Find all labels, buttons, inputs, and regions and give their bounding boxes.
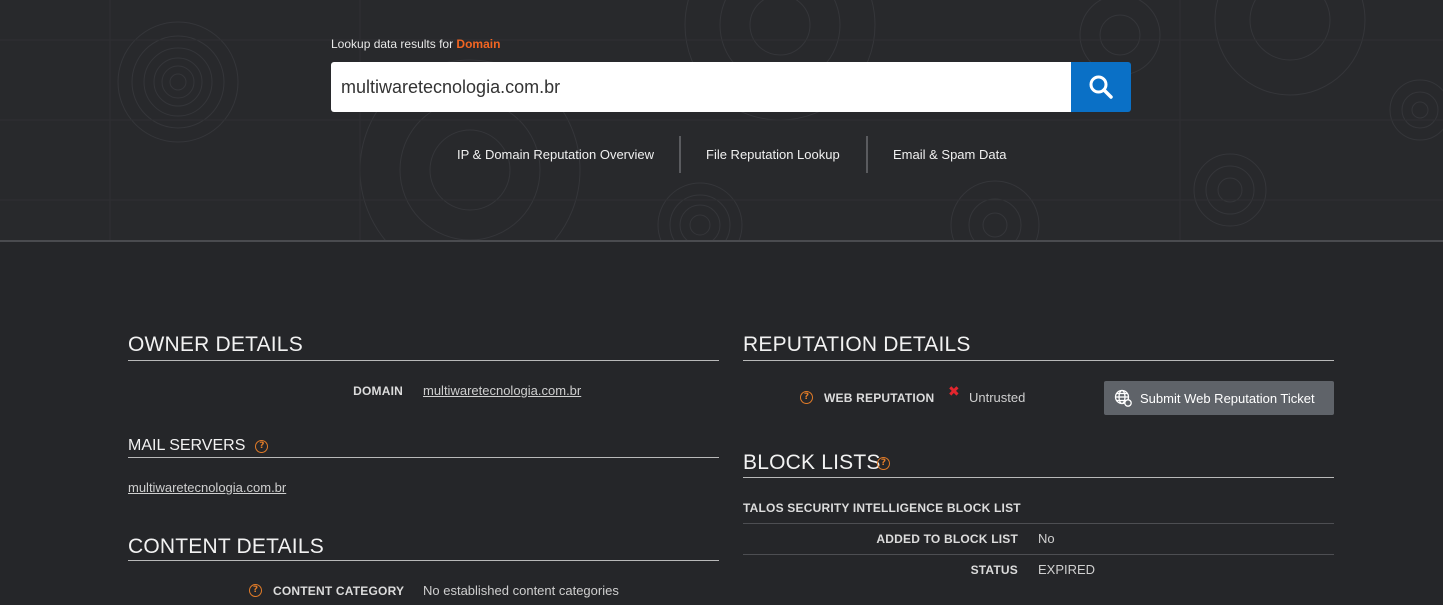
nav-link-email-spam[interactable]: Email & Spam Data xyxy=(893,147,1006,162)
domain-label: DOMAIN xyxy=(353,384,403,398)
lookup-label: Lookup data results for Domain xyxy=(331,37,500,51)
ticket-button-label: Submit Web Reputation Ticket xyxy=(1140,390,1315,406)
reputation-details-title: REPUTATION DETAILS xyxy=(743,333,971,356)
search-icon xyxy=(1089,75,1113,99)
nav-item-ip-domain[interactable]: IP & Domain Reputation Overview xyxy=(457,136,654,173)
content-details-title: CONTENT DETAILS xyxy=(128,535,324,558)
help-icon[interactable]: ? xyxy=(249,584,262,597)
mail-servers-title: MAIL SERVERS xyxy=(128,437,246,454)
block-list-name: TALOS SECURITY INTELLIGENCE BLOCK LIST xyxy=(743,501,1021,515)
search-button[interactable] xyxy=(1071,62,1131,112)
mail-divider xyxy=(128,457,719,458)
content-divider xyxy=(128,560,719,561)
block-lists-divider xyxy=(743,477,1334,478)
domain-link[interactable]: multiwaretecnologia.com.br xyxy=(423,383,581,398)
lookup-label-prefix: Lookup data results for xyxy=(331,37,454,51)
owner-details-title: OWNER DETAILS xyxy=(128,333,303,356)
added-to-block-list-label: ADDED TO BLOCK LIST xyxy=(876,532,1018,546)
lookup-type: Domain xyxy=(456,37,501,51)
nav-item-email-spam[interactable]: Email & Spam Data xyxy=(893,136,1006,173)
nav-item-file-reputation[interactable]: File Reputation Lookup xyxy=(706,136,840,173)
owner-divider xyxy=(128,360,719,361)
hero-banner: Lookup data results for Domain IP & Doma… xyxy=(0,0,1443,240)
status-label: STATUS xyxy=(970,563,1018,577)
nav-link-ip-domain[interactable]: IP & Domain Reputation Overview xyxy=(457,147,654,162)
hero-divider xyxy=(0,240,1443,242)
globe-icon xyxy=(1114,389,1132,407)
added-to-block-list-value: No xyxy=(1038,531,1055,546)
row-divider xyxy=(743,554,1334,555)
help-icon[interactable]: ? xyxy=(800,391,813,404)
mail-servers-heading: MAIL SERVERS ? xyxy=(128,437,269,455)
search-input[interactable] xyxy=(331,62,1071,112)
reputation-divider xyxy=(743,360,1334,361)
help-icon[interactable]: ? xyxy=(255,439,269,453)
status-value: EXPIRED xyxy=(1038,562,1096,577)
mail-server-link[interactable]: multiwaretecnologia.com.br xyxy=(128,480,286,495)
web-reputation-value: Untrusted xyxy=(969,390,1026,405)
web-reputation-label: WEB REPUTATION xyxy=(824,391,935,405)
background-pattern xyxy=(0,0,1443,240)
nav-link-file-reputation[interactable]: File Reputation Lookup xyxy=(706,147,840,162)
x-mark-icon: ✖ xyxy=(948,384,960,400)
content-category-value: No established content categories xyxy=(423,583,619,598)
content-category-label: CONTENT CATEGORY xyxy=(273,584,405,598)
row-divider xyxy=(743,523,1334,524)
help-icon[interactable]: ? xyxy=(877,457,890,470)
nav-divider xyxy=(866,136,868,173)
submit-web-reputation-ticket-button[interactable]: Submit Web Reputation Ticket xyxy=(1104,381,1334,415)
nav-divider xyxy=(679,136,681,173)
block-lists-title: BLOCK LISTS xyxy=(743,451,881,474)
